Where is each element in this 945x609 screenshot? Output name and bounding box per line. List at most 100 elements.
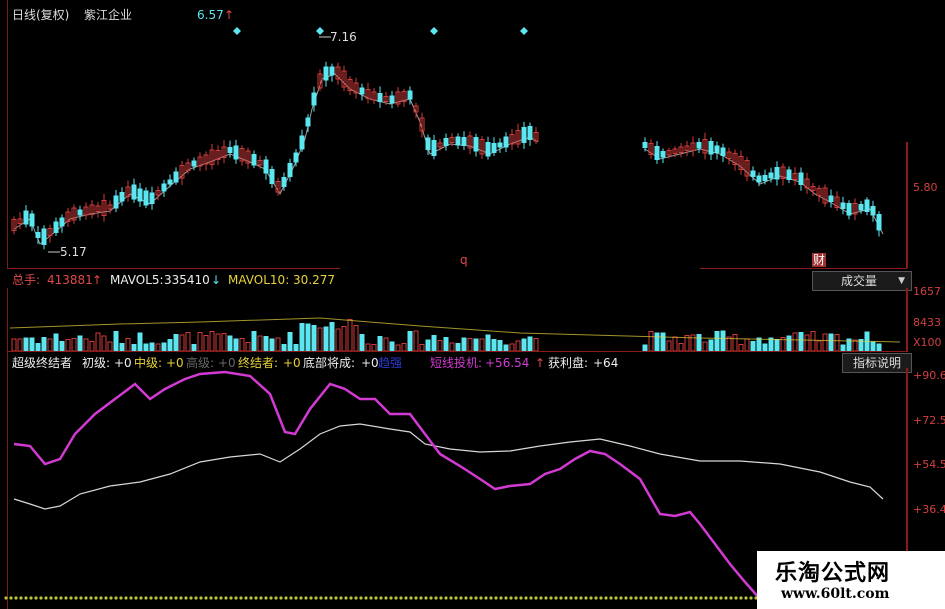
financial-marker[interactable]: 财 <box>812 253 827 267</box>
signal-dot <box>269 596 273 600</box>
signal-dot <box>139 596 143 600</box>
signal-dot <box>344 596 348 600</box>
volume-chart[interactable] <box>0 288 945 354</box>
volume-bar <box>329 321 335 352</box>
volume-unit: X100 <box>913 336 942 349</box>
signal-dot <box>429 596 433 600</box>
volume-bar <box>17 338 23 352</box>
signal-dot <box>64 596 68 600</box>
signal-dot <box>669 596 673 600</box>
signal-dot <box>294 596 298 600</box>
volume-bar <box>774 338 780 352</box>
signal-dot <box>174 596 178 600</box>
volume-bar <box>305 323 311 352</box>
volume-bar <box>167 338 173 352</box>
signal-dot <box>144 596 148 600</box>
signal-dot <box>569 596 573 600</box>
signal-dot <box>539 596 543 600</box>
volume-bar <box>407 331 413 352</box>
volume-bar <box>377 335 383 352</box>
signal-dot <box>264 596 268 600</box>
signal-dot <box>689 596 693 600</box>
signal-dot <box>44 596 48 600</box>
signal-dot <box>14 596 18 600</box>
mavol5-arrow: ↓ <box>211 273 222 287</box>
volume-bar <box>708 339 714 352</box>
volume-bar <box>113 331 119 352</box>
signal-dot <box>614 596 618 600</box>
volume-bar <box>852 339 858 352</box>
volume-bar <box>786 335 792 352</box>
signal-dot <box>419 596 423 600</box>
volume-bar <box>473 338 479 352</box>
signal-dot <box>159 596 163 600</box>
total-volume-value: 413881 <box>47 273 93 287</box>
signal-dot <box>199 596 203 600</box>
signal-dot <box>479 596 483 600</box>
signal-dot <box>699 596 703 600</box>
signal-dot <box>124 596 128 600</box>
signal-dot <box>94 596 98 600</box>
volume-bar <box>71 338 77 352</box>
volume-bar <box>395 344 401 352</box>
signal-dot <box>249 596 253 600</box>
volume-bar <box>816 340 822 352</box>
signal-dot <box>609 596 613 600</box>
signal-dot <box>359 596 363 600</box>
watermark-url: www.60lt.com <box>781 586 890 602</box>
signal-dot <box>424 596 428 600</box>
signal-diamond-icon <box>520 27 528 35</box>
signal-dot <box>719 596 723 600</box>
signal-dot <box>649 596 653 600</box>
indicator-tick: +54.5 <box>913 458 945 471</box>
signal-dot <box>744 596 748 600</box>
volume-bar <box>41 336 47 352</box>
signal-dot <box>644 596 648 600</box>
volume-bar <box>299 322 305 352</box>
volume-bar <box>371 343 377 352</box>
volume-bar <box>696 333 702 352</box>
indicator-tick: +90.6 <box>913 369 945 382</box>
signal-dot <box>704 596 708 600</box>
volume-ma-line <box>9 317 901 343</box>
signal-dot <box>659 596 663 600</box>
indicator-lines <box>13 370 884 600</box>
signal-dot <box>634 596 638 600</box>
signal-dot <box>179 596 183 600</box>
volume-bar <box>509 343 515 352</box>
volume-bar <box>29 337 35 352</box>
signal-dot <box>309 596 313 600</box>
watermark-title: 乐淘公式网 <box>775 561 891 586</box>
signal-dot <box>664 596 668 600</box>
volume-tick: 1657 <box>913 285 941 298</box>
volume-bar <box>215 333 221 352</box>
price-chart[interactable] <box>0 0 945 270</box>
signal-dot <box>584 596 588 600</box>
signal-dot <box>304 596 308 600</box>
volume-bar <box>323 326 329 352</box>
signal-dot <box>74 596 78 600</box>
volume-bar <box>137 332 143 352</box>
volume-bars <box>9 317 901 352</box>
signal-markers <box>233 27 528 35</box>
signal-dot <box>239 596 243 600</box>
volume-bar <box>209 330 215 352</box>
signal-dot <box>379 596 383 600</box>
volume-bar <box>221 332 227 352</box>
indicator-white-line <box>13 423 884 510</box>
volume-bar <box>77 335 83 352</box>
signal-dot <box>4 596 8 600</box>
signal-dot <box>504 596 508 600</box>
signal-dot <box>154 596 158 600</box>
volume-bar <box>101 335 107 352</box>
volume-bar <box>389 341 395 352</box>
signal-dot <box>314 596 318 600</box>
signal-dot <box>19 596 23 600</box>
ma-line-segment <box>644 148 884 235</box>
volume-bar <box>702 341 708 352</box>
signal-dot <box>624 596 628 600</box>
indicator-tick: +72.5 <box>913 414 945 427</box>
volume-bar <box>515 340 521 352</box>
volume-bar <box>197 331 203 352</box>
volume-bar <box>347 318 353 352</box>
